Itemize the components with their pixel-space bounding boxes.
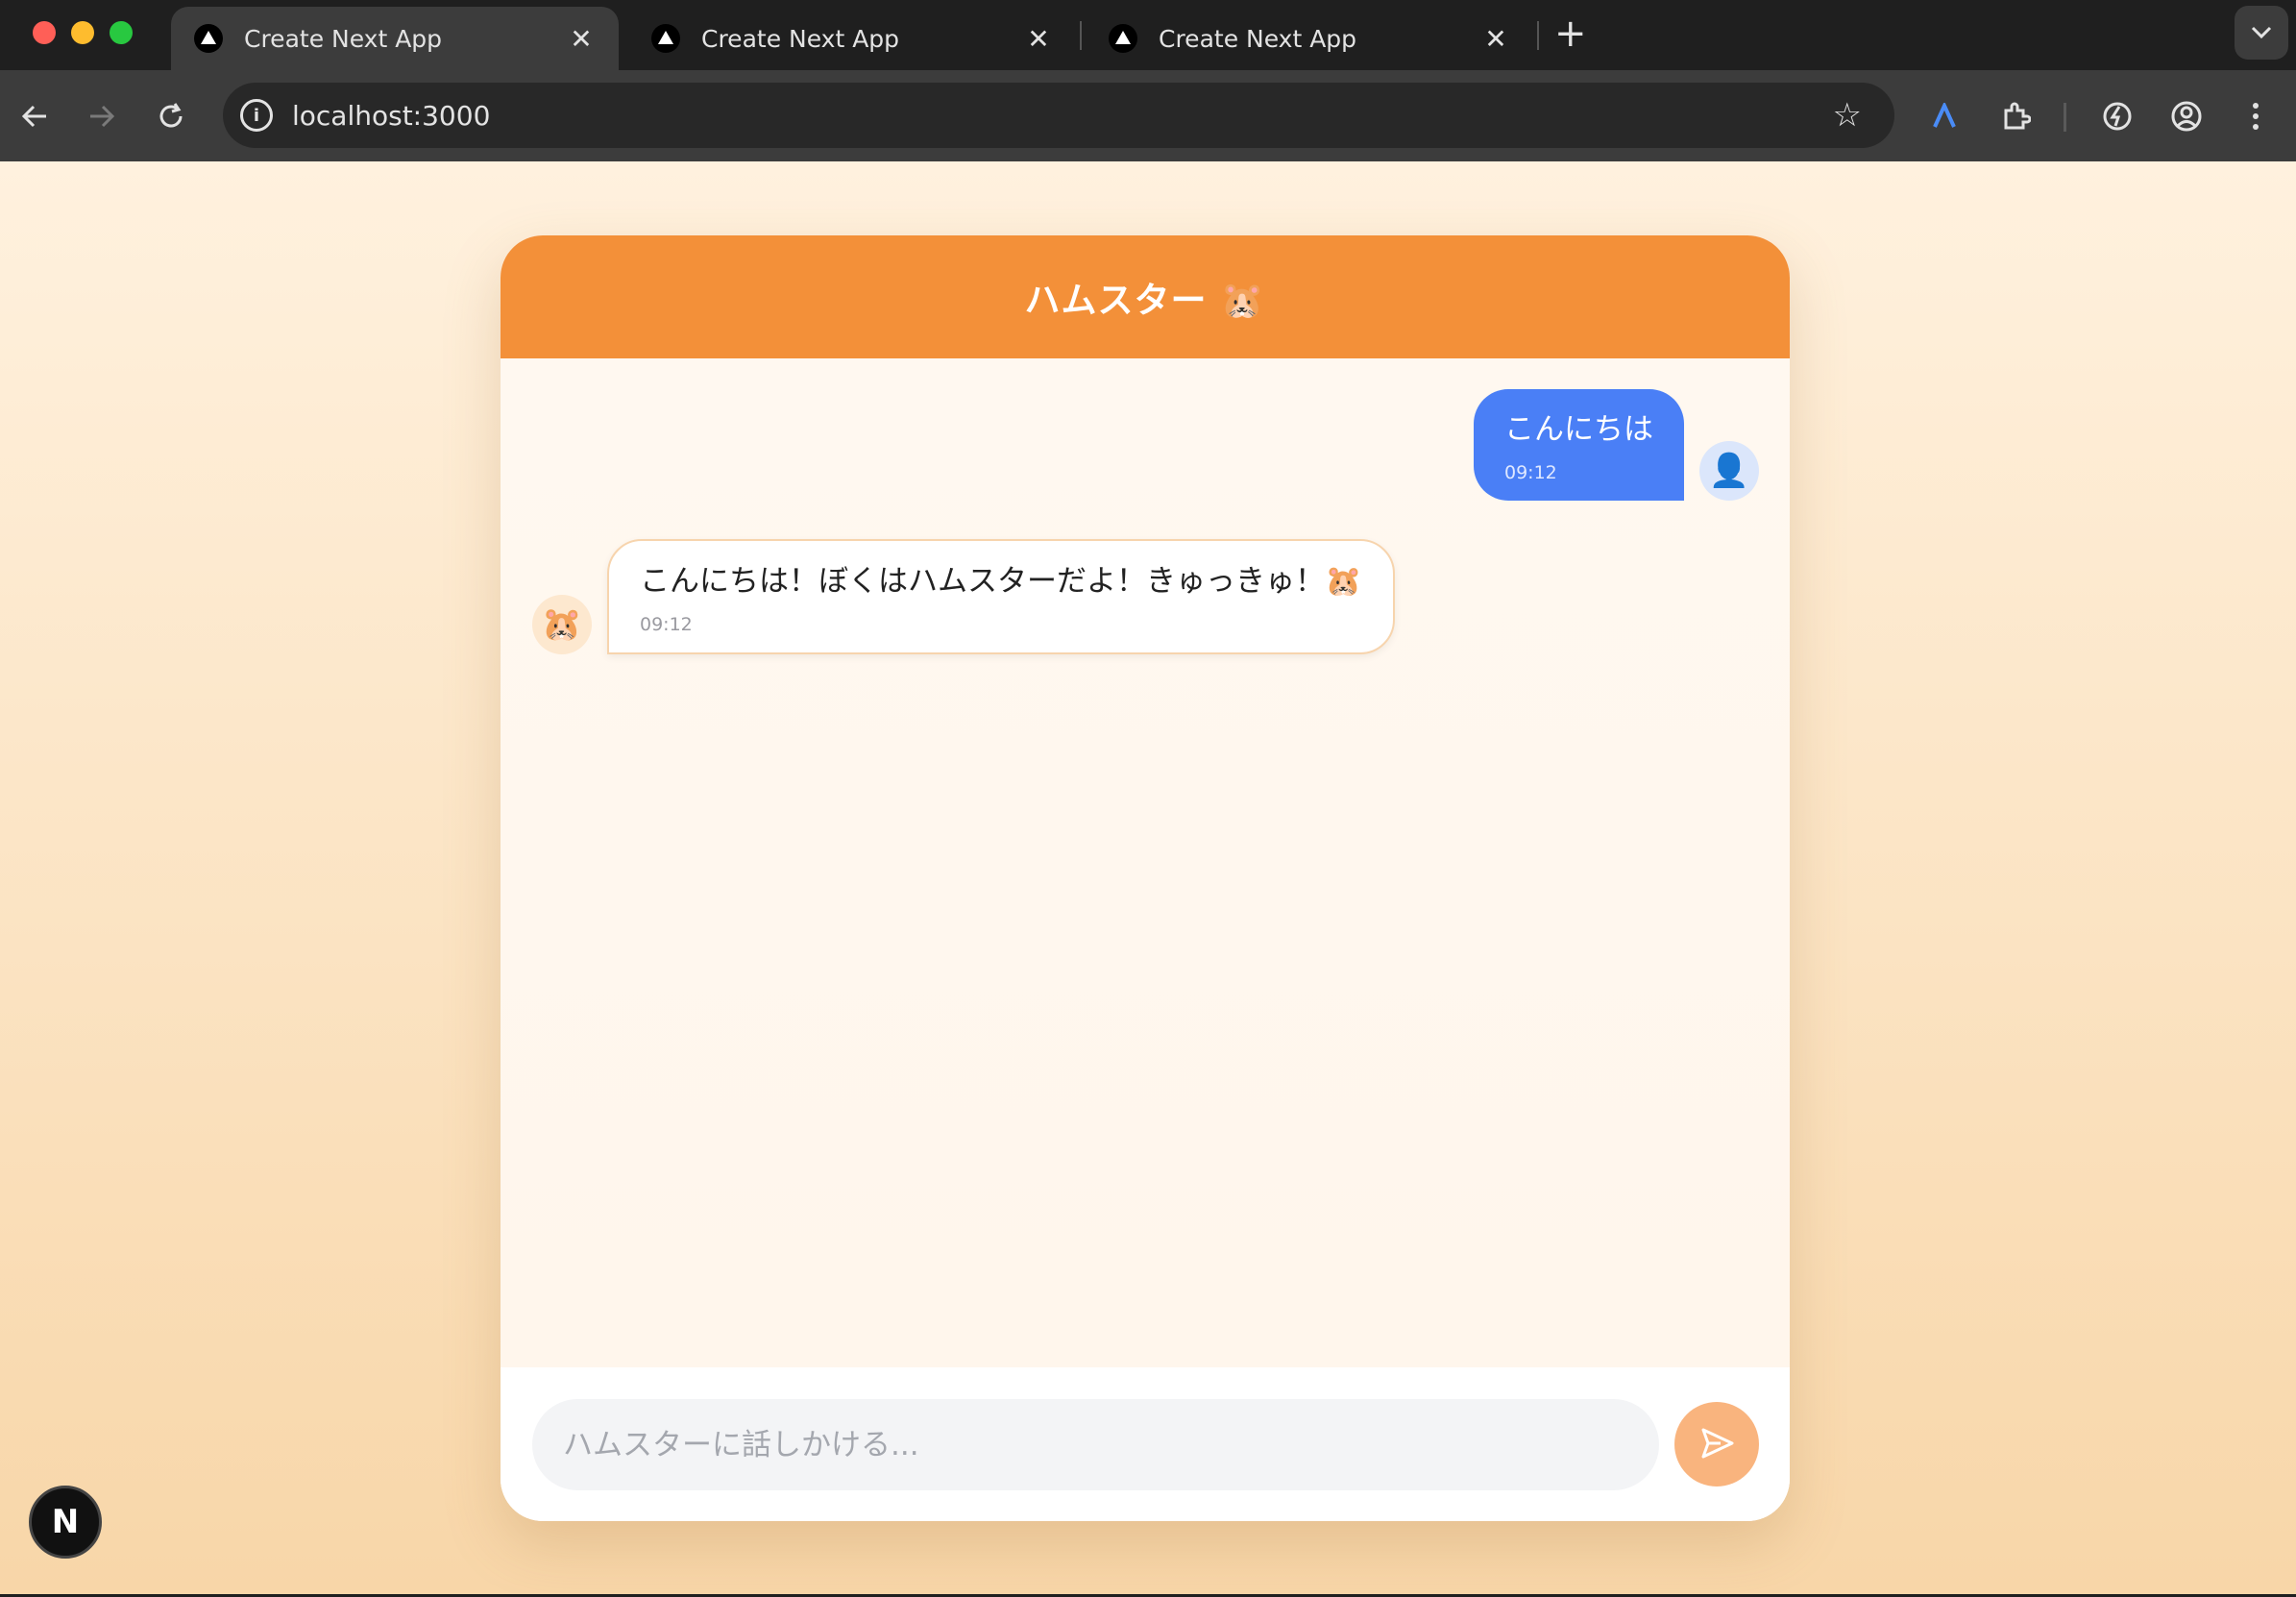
nextjs-favicon-icon — [1109, 24, 1137, 53]
send-paper-plane-icon — [1698, 1424, 1736, 1465]
window-close-button[interactable] — [33, 21, 56, 44]
menu-kebab-icon[interactable] — [2235, 95, 2277, 137]
message-text: こんにちは — [1504, 412, 1653, 447]
browser-tab-1[interactable]: Create Next App ✕ — [171, 7, 619, 70]
site-info-icon[interactable]: i — [240, 99, 273, 132]
page-viewport: ハムスター 🐹 こんにちは 09:12 👤 🐹 こんにちは！ぼくはハムスターだよ… — [0, 161, 2296, 1594]
tab-title: Create Next App — [701, 24, 900, 53]
message-time: 09:12 — [640, 614, 693, 635]
extensions-puzzle-icon[interactable] — [1994, 95, 2037, 137]
tab-close-icon[interactable]: ✕ — [1481, 23, 1510, 55]
tab-title: Create Next App — [1159, 24, 1357, 53]
chat-window: ハムスター 🐹 こんにちは 09:12 👤 🐹 こんにちは！ぼくはハムスターだよ… — [501, 235, 1790, 1521]
browser-tabstrip: Create Next App ✕ Create Next App ✕ Crea… — [0, 0, 2296, 70]
profile-icon[interactable] — [2165, 95, 2208, 137]
nextjs-favicon-icon — [194, 24, 223, 53]
window-zoom-button[interactable] — [110, 21, 133, 44]
tab-title: Create Next App — [244, 24, 443, 53]
tab-close-icon[interactable]: ✕ — [1024, 23, 1053, 55]
message-input[interactable] — [532, 1399, 1659, 1490]
message-row-user: こんにちは 09:12 👤 — [1474, 389, 1759, 501]
forward-icon[interactable] — [79, 93, 125, 139]
user-message-bubble: こんにちは 09:12 — [1474, 389, 1684, 501]
browser-tab-3[interactable]: Create Next App ✕ — [1086, 7, 1533, 70]
new-tab-button[interactable]: + — [1554, 12, 1587, 56]
chat-header: ハムスター 🐹 — [501, 235, 1790, 358]
user-avatar-icon: 👤 — [1699, 441, 1759, 501]
nextjs-favicon-icon — [651, 24, 680, 53]
message-text: こんにちは！ぼくはハムスターだよ！きゅっきゅ！🐹 — [640, 564, 1362, 599]
back-icon[interactable] — [12, 93, 58, 139]
bookmark-star-icon[interactable]: ☆ — [1833, 96, 1862, 135]
tab-divider — [1537, 21, 1539, 50]
browser-toolbar: i localhost:3000 ☆ — [0, 70, 2296, 161]
reload-icon[interactable] — [148, 93, 194, 139]
message-list[interactable]: こんにちは 09:12 👤 🐹 こんにちは！ぼくはハムスターだよ！きゅっきゅ！🐹… — [501, 358, 1790, 1367]
toolbar-divider — [2064, 103, 2066, 132]
bot-message-bubble: こんにちは！ぼくはハムスターだよ！きゅっきゅ！🐹 09:12 — [607, 539, 1395, 654]
nextjs-dev-tools-button[interactable]: N — [29, 1486, 102, 1559]
address-url[interactable]: localhost:3000 — [292, 100, 1833, 132]
chat-title: ハムスター 🐹 — [1024, 280, 1266, 321]
browser-tab-2[interactable]: Create Next App ✕ — [628, 7, 1076, 70]
chat-input-bar — [501, 1367, 1790, 1521]
performance-icon[interactable] — [2096, 95, 2138, 137]
hamster-avatar-icon: 🐹 — [532, 595, 592, 654]
message-row-bot: 🐹 こんにちは！ぼくはハムスターだよ！きゅっきゅ！🐹 09:12 — [532, 539, 1395, 654]
window-minimize-button[interactable] — [71, 21, 94, 44]
address-bar[interactable]: i localhost:3000 ☆ — [223, 83, 1894, 148]
tab-search-icon[interactable] — [2235, 6, 2288, 60]
tab-divider — [1080, 21, 1082, 50]
tab-close-icon[interactable]: ✕ — [567, 23, 596, 55]
send-button[interactable] — [1674, 1402, 1759, 1486]
extension-a-icon[interactable] — [1923, 95, 1966, 137]
message-time: 09:12 — [1504, 462, 1557, 483]
